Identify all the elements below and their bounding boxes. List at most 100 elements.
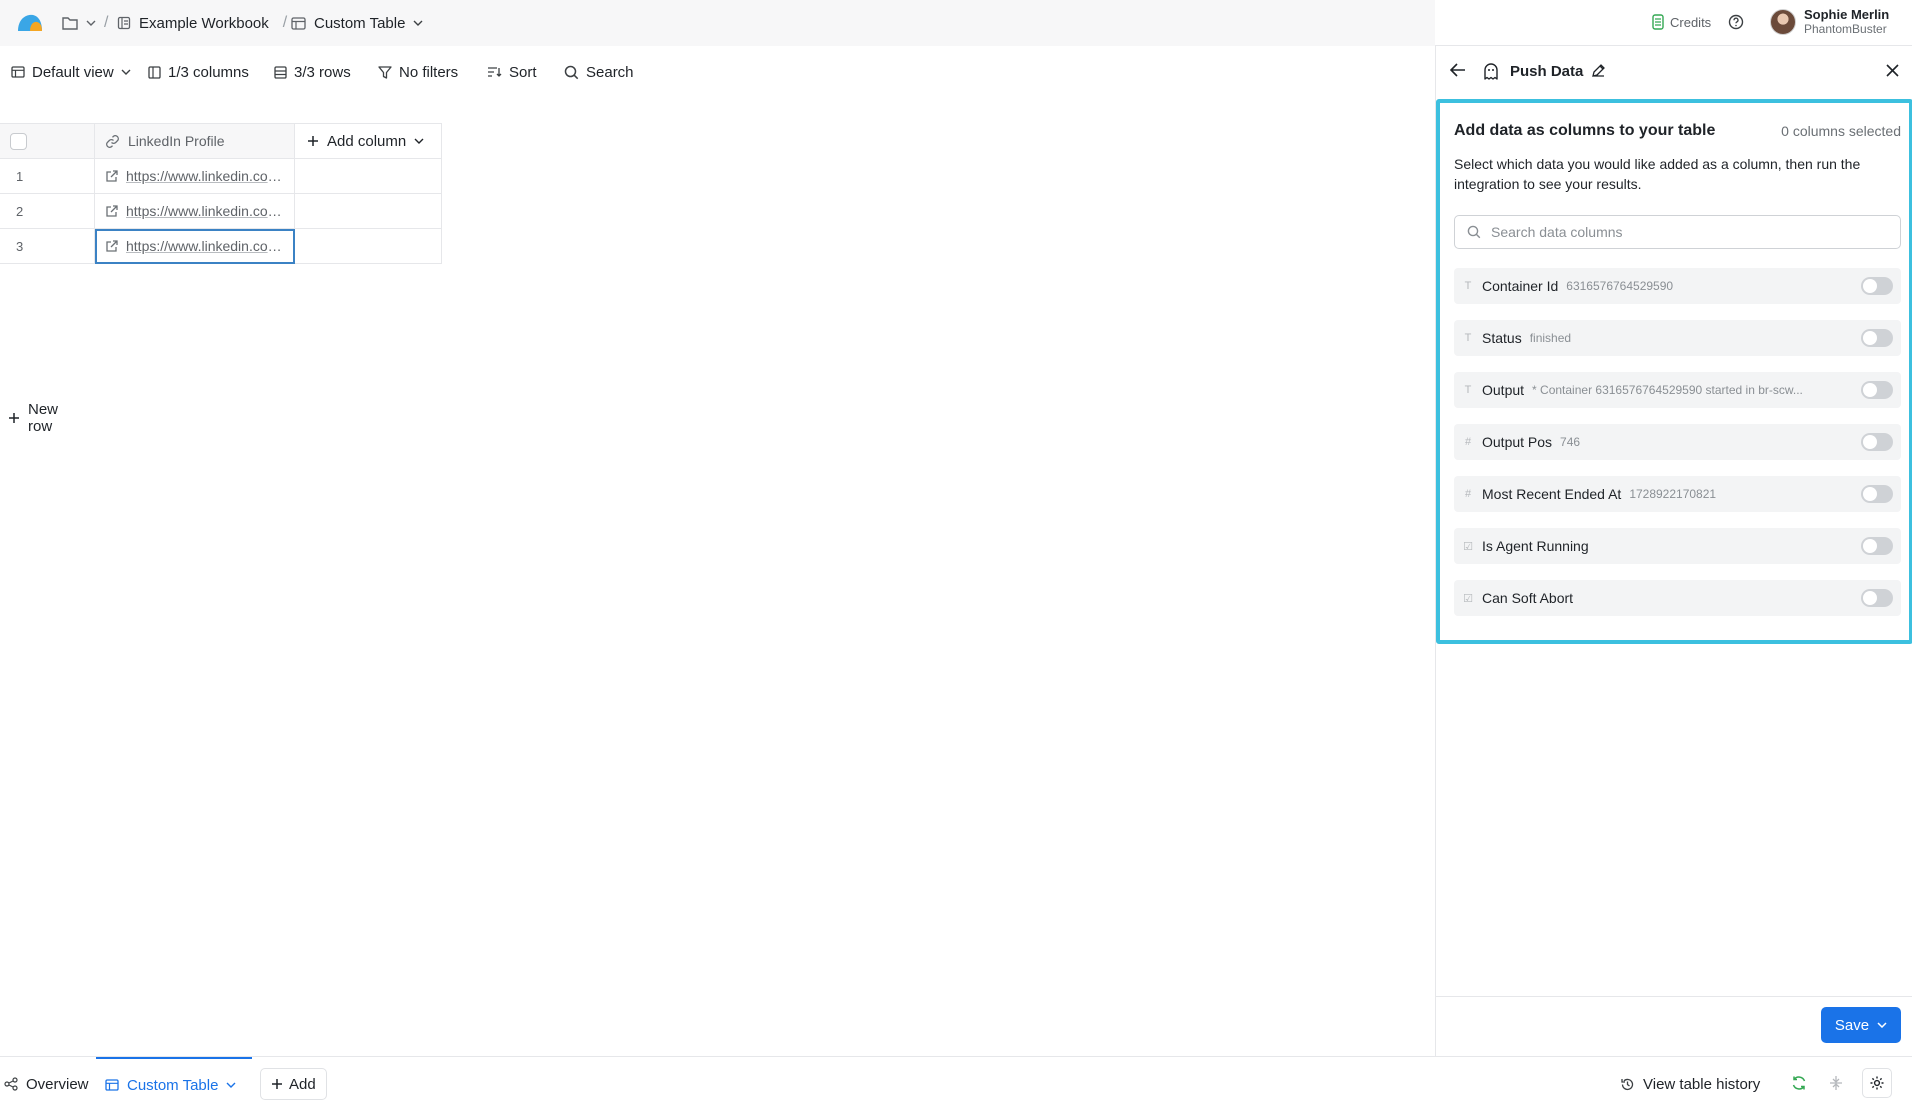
user-name: Sophie Merlin xyxy=(1804,7,1890,22)
option-value: finished xyxy=(1529,331,1572,345)
app-logo-icon[interactable] xyxy=(16,11,44,33)
option-toggle[interactable] xyxy=(1861,329,1893,347)
new-row-button[interactable]: New row xyxy=(8,401,58,435)
table-row: 1 https://www.linkedin.com/in/ xyxy=(0,159,442,194)
column-header-label: LinkedIn Profile xyxy=(128,133,225,149)
chevron-down-icon[interactable] xyxy=(226,1082,236,1088)
empty-cell[interactable] xyxy=(295,194,442,229)
data-option-output[interactable]: T Output * Container 6316576764529590 st… xyxy=(1454,372,1901,408)
columns-icon xyxy=(148,65,161,79)
folder-icon xyxy=(62,16,78,30)
row-index: 1 xyxy=(0,159,95,194)
filters-button[interactable]: No filters xyxy=(378,46,458,98)
breadcrumb-table[interactable]: Custom Table xyxy=(291,0,423,46)
columns-button[interactable]: 1/3 columns xyxy=(148,46,249,98)
close-icon[interactable] xyxy=(1886,64,1899,81)
external-link-icon[interactable] xyxy=(105,169,118,183)
option-name: Container Id xyxy=(1482,278,1559,294)
sort-button[interactable]: Sort xyxy=(487,46,537,98)
tab-overview[interactable]: Overview xyxy=(4,1057,89,1110)
sort-label: Sort xyxy=(509,63,537,81)
filters-label: No filters xyxy=(399,63,459,81)
table-header-row: LinkedIn Profile Add column xyxy=(0,123,442,159)
empty-cell[interactable] xyxy=(295,229,442,264)
row-index: 2 xyxy=(0,194,95,229)
add-tab-label: Add xyxy=(289,1075,316,1093)
search-button[interactable]: Search xyxy=(564,46,634,98)
option-name: Output xyxy=(1482,382,1525,398)
search-input[interactable] xyxy=(1491,224,1891,240)
workbook-icon xyxy=(117,16,131,30)
column-header-linkedin-profile[interactable]: LinkedIn Profile xyxy=(95,123,295,159)
view-table-history-button[interactable]: View table history xyxy=(1620,1057,1760,1110)
chevron-down-icon[interactable] xyxy=(1877,1022,1887,1028)
view-selector[interactable]: Default view xyxy=(11,46,131,98)
selected-count: 0 columns selected xyxy=(1781,123,1901,139)
option-toggle[interactable] xyxy=(1861,433,1893,451)
search-icon xyxy=(1467,225,1481,239)
tab-custom-table[interactable]: Custom Table xyxy=(96,1057,252,1110)
external-link-icon[interactable] xyxy=(105,239,118,253)
linkedin-url[interactable]: https://www.linkedin.com/in/ xyxy=(126,168,288,184)
option-name: Is Agent Running xyxy=(1482,538,1589,554)
add-column-label: Add column xyxy=(327,132,407,150)
add-column-button[interactable]: Add column xyxy=(295,123,442,159)
link-icon xyxy=(105,134,120,149)
linkedin-profile-cell-selected[interactable]: https://www.linkedin.com/in/ xyxy=(95,229,295,264)
data-option-status[interactable]: T Status finished xyxy=(1454,320,1901,356)
search-icon xyxy=(564,65,579,80)
external-link-icon[interactable] xyxy=(105,204,118,218)
plus-icon xyxy=(8,412,20,424)
text-type-icon: T xyxy=(1464,280,1472,292)
option-toggle[interactable] xyxy=(1861,537,1893,555)
data-option-most-recent-ended-at[interactable]: # Most Recent Ended At 1728922170821 xyxy=(1454,476,1901,512)
option-value: 6316576764529590 xyxy=(1566,279,1674,293)
chevron-down-icon xyxy=(413,20,423,26)
table-toolbar: Default view 1/3 columns 3/3 rows No fil… xyxy=(0,46,1435,98)
save-label: Save xyxy=(1834,1016,1870,1034)
breadcrumb-separator: / xyxy=(282,14,288,31)
empty-cell[interactable] xyxy=(295,159,442,194)
option-toggle[interactable] xyxy=(1861,381,1893,399)
folder-menu[interactable]: / xyxy=(62,0,108,46)
panel-title: Push Data xyxy=(1510,63,1584,80)
new-row-label: New row xyxy=(28,401,59,435)
panel-footer-divider xyxy=(1436,996,1912,997)
add-tab-button[interactable]: Add xyxy=(260,1068,327,1100)
option-value: 746 xyxy=(1560,435,1581,449)
settings-button[interactable] xyxy=(1862,1068,1892,1098)
linkedin-url[interactable]: https://www.linkedin.com/in/ xyxy=(126,238,288,254)
linkedin-url[interactable]: https://www.linkedin.com/in/ xyxy=(126,203,288,219)
number-type-icon: # xyxy=(1464,488,1472,500)
refresh-icon[interactable] xyxy=(1791,1075,1807,1095)
rows-label: 3/3 rows xyxy=(294,63,351,81)
data-option-can-soft-abort[interactable]: ☑ Can Soft Abort xyxy=(1454,580,1901,616)
help-icon[interactable] xyxy=(1728,14,1744,34)
option-toggle[interactable] xyxy=(1861,589,1893,607)
edit-pencil-icon[interactable] xyxy=(1591,63,1606,82)
row-index: 3 xyxy=(0,229,95,264)
tab-overview-label: Overview xyxy=(26,1075,89,1093)
breadcrumb-workbook[interactable]: Example Workbook / xyxy=(117,0,287,46)
data-option-output-pos[interactable]: # Output Pos 746 xyxy=(1454,424,1901,460)
credits-button[interactable]: Credits xyxy=(1652,14,1711,30)
chevron-down-icon xyxy=(414,138,424,144)
boolean-type-icon: ☑ xyxy=(1463,592,1473,605)
data-option-container-id[interactable]: T Container Id 6316576764529590 xyxy=(1454,268,1901,304)
data-option-is-agent-running[interactable]: ☑ Is Agent Running xyxy=(1454,528,1901,564)
option-toggle[interactable] xyxy=(1861,277,1893,295)
tab-custom-table-label: Custom Table xyxy=(127,1076,219,1094)
option-toggle[interactable] xyxy=(1861,485,1893,503)
section-description: Select which data you would like added a… xyxy=(1454,156,1861,192)
table-row: 2 https://www.linkedin.com/in/ xyxy=(0,194,442,229)
user-menu[interactable]: Sophie Merlin PhantomBuster xyxy=(1770,7,1889,37)
back-arrow-icon[interactable] xyxy=(1449,63,1466,81)
linkedin-profile-cell[interactable]: https://www.linkedin.com/in/ xyxy=(95,159,295,194)
rows-button[interactable]: 3/3 rows xyxy=(274,46,351,98)
data-columns-search[interactable] xyxy=(1454,215,1901,249)
save-button[interactable]: Save xyxy=(1821,1007,1901,1043)
gear-icon xyxy=(1869,1075,1885,1091)
select-all-checkbox[interactable] xyxy=(10,132,27,150)
collapse-rows-icon[interactable] xyxy=(1829,1075,1843,1095)
linkedin-profile-cell[interactable]: https://www.linkedin.com/in/ xyxy=(95,194,295,229)
